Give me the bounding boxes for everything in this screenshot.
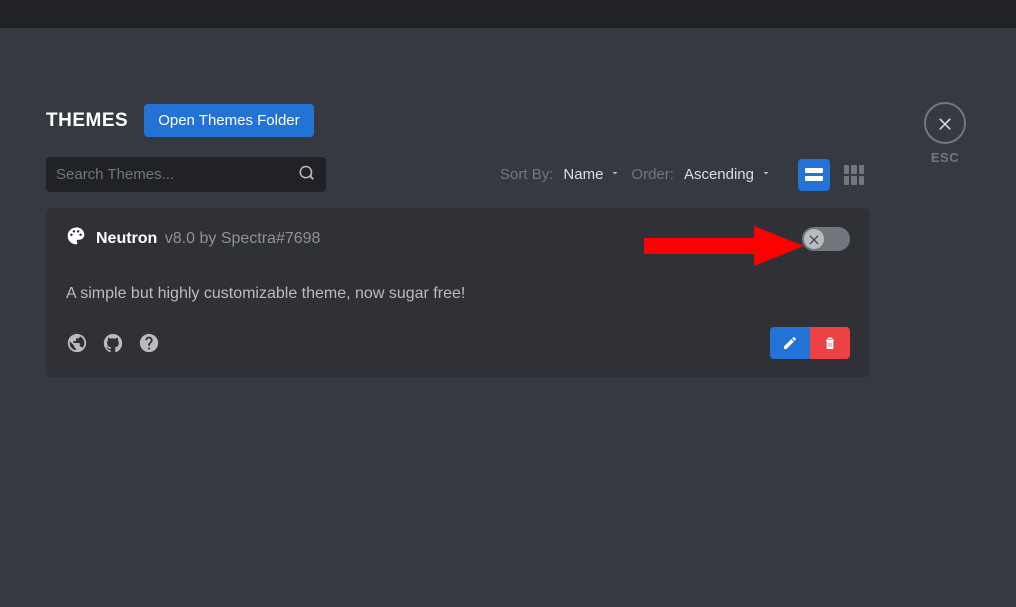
theme-meta: v8.0 by Spectra#7698 [165, 230, 321, 247]
order-label: Order: [631, 166, 674, 183]
theme-description: A simple but highly customizable theme, … [66, 269, 850, 327]
github-link[interactable] [102, 332, 124, 354]
page-title: THEMES [46, 110, 128, 132]
theme-card-header: Neutron v8.0 by Spectra#7698 [66, 226, 850, 269]
help-link[interactable] [138, 332, 160, 354]
github-icon [102, 332, 124, 354]
toggle-knob [804, 229, 824, 249]
theme-card: Neutron v8.0 by Spectra#7698 A simple bu… [46, 208, 870, 377]
website-link[interactable] [66, 332, 88, 354]
theme-links [66, 332, 160, 354]
theme-enable-toggle[interactable] [802, 227, 850, 251]
theme-name: Neutron [96, 230, 157, 247]
sort-by-value: Name [563, 166, 603, 183]
theme-actions [770, 327, 850, 359]
page-header: THEMES Open Themes Folder [46, 104, 870, 137]
order-value: Ascending [684, 166, 754, 183]
controls-row: Sort By: Name Order: Ascending [46, 157, 870, 192]
chevron-down-icon [609, 166, 621, 183]
close-label: ESC [931, 150, 959, 165]
edit-theme-button[interactable] [770, 327, 810, 359]
trash-icon [822, 335, 838, 351]
help-icon [138, 332, 160, 354]
app-header-bar [0, 0, 1016, 28]
list-icon [805, 168, 823, 181]
view-toggle [798, 159, 870, 191]
close-button[interactable] [924, 102, 966, 144]
chevron-down-icon [760, 166, 772, 183]
search-input[interactable] [46, 157, 326, 192]
grid-view-button[interactable] [838, 159, 870, 191]
themes-panel: THEMES Open Themes Folder Sort By: Name … [46, 104, 870, 377]
theme-name-line: Neutron v8.0 by Spectra#7698 [96, 230, 320, 248]
globe-icon [66, 332, 88, 354]
sort-controls: Sort By: Name Order: Ascending [500, 159, 870, 191]
pencil-icon [782, 335, 798, 351]
grid-icon [844, 165, 864, 185]
list-view-button[interactable] [798, 159, 830, 191]
sort-by-dropdown[interactable]: Name [563, 166, 621, 183]
order-dropdown[interactable]: Ascending [684, 166, 772, 183]
sort-by-label: Sort By: [500, 166, 553, 183]
delete-theme-button[interactable] [810, 327, 850, 359]
theme-card-footer [66, 327, 850, 359]
theme-title-group: Neutron v8.0 by Spectra#7698 [66, 226, 320, 251]
close-settings: ESC [924, 102, 966, 165]
close-icon [807, 232, 821, 246]
open-themes-folder-button[interactable]: Open Themes Folder [144, 104, 313, 137]
search-icon[interactable] [298, 163, 316, 186]
palette-icon [66, 226, 86, 251]
search-box [46, 157, 326, 192]
close-icon [936, 114, 954, 132]
